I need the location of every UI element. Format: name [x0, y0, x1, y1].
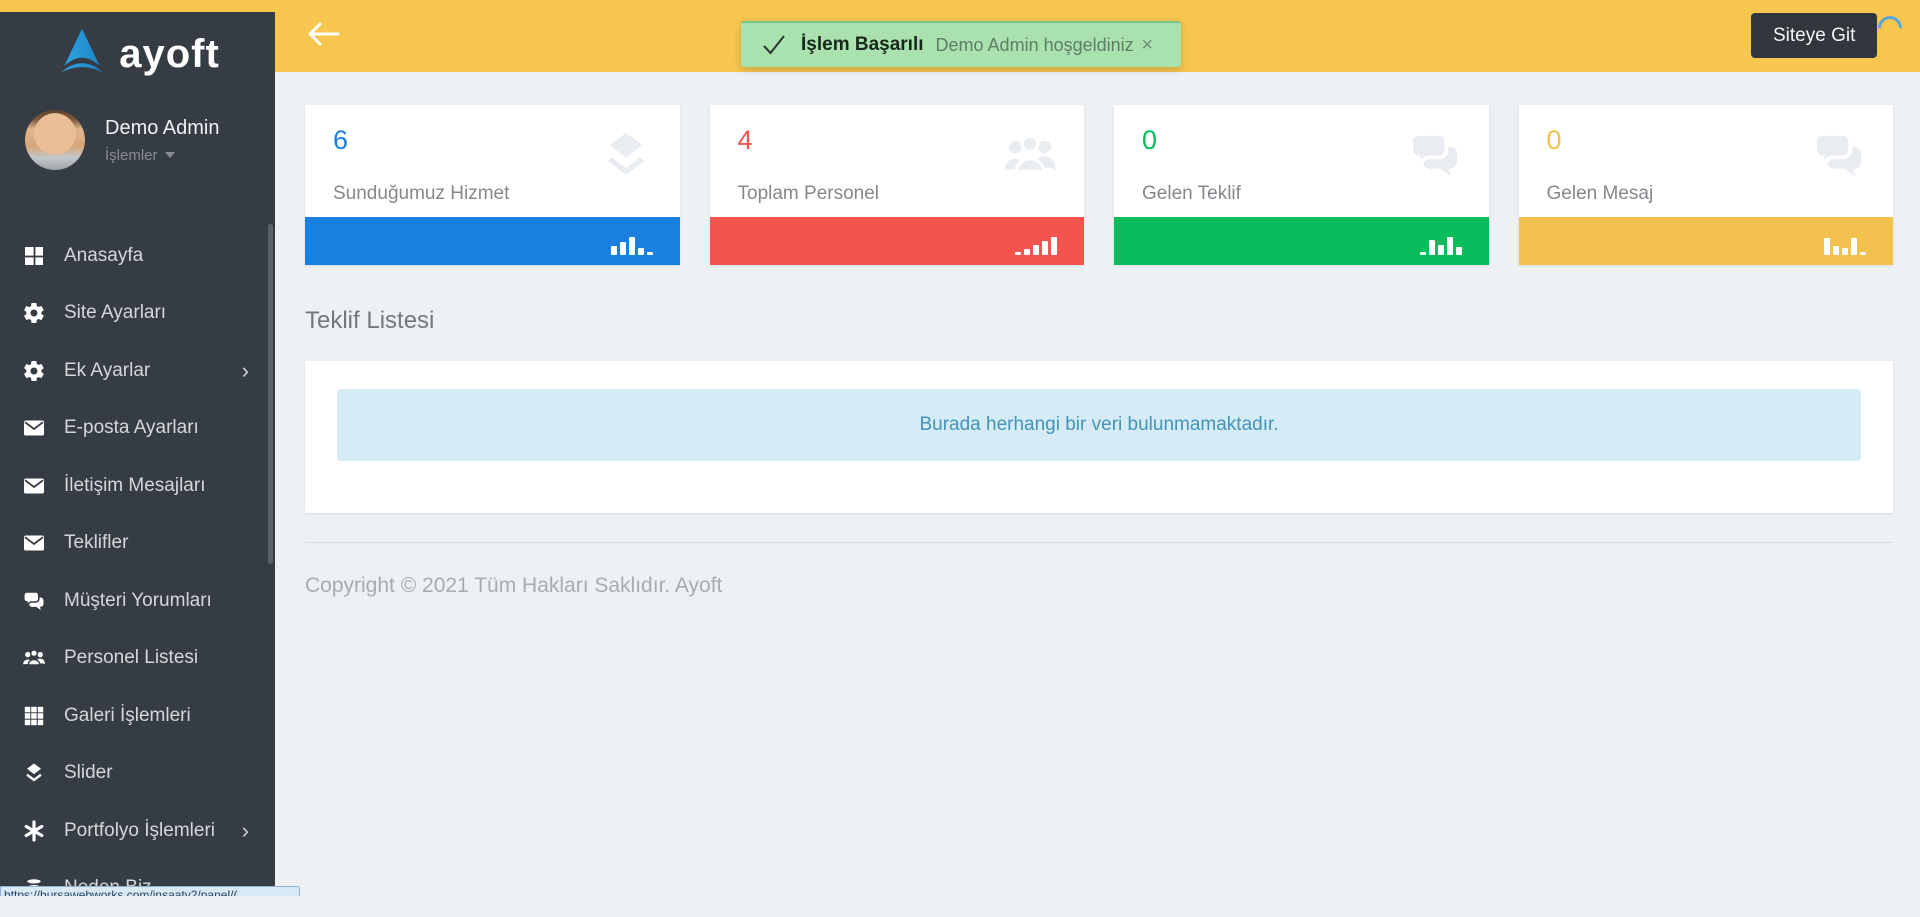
- sidebar-item-site-ayarlar-[interactable]: Site Ayarları: [0, 285, 275, 343]
- stat-card-label: Gelen Teklif: [1142, 183, 1241, 205]
- gear-icon: [20, 301, 48, 325]
- stat-card-value: 6: [333, 125, 348, 156]
- envelope-icon: [20, 474, 48, 498]
- sidebar-item-teklifler[interactable]: Teklifler: [0, 515, 275, 573]
- stat-cards-row: 6 Sunduğumuz Hizmet 4 Toplam Personel 0 Gelen…: [305, 105, 1893, 265]
- toast-message: Demo Admin hoşgeldiniz: [936, 35, 1134, 56]
- user-actions-dropdown[interactable]: İşlemler: [105, 147, 220, 164]
- offer-list-panel: Burada herhangi bir veri bulunmamaktadır…: [305, 361, 1893, 513]
- stat-card-value: 4: [738, 125, 753, 156]
- sidebar: ayoft Demo Admin İşlemler Anasayfa Site A…: [0, 12, 275, 896]
- users-icon: [20, 646, 48, 670]
- envelope-icon: [20, 416, 48, 440]
- sidebar-item-galeri-i-lemleri[interactable]: Galeri İşlemleri: [0, 687, 275, 745]
- sidebar-item-label: Teklifler: [64, 532, 249, 554]
- layers-icon: [598, 127, 654, 188]
- sidebar-item-label: Slider: [64, 762, 249, 784]
- user-actions-label: İşlemler: [105, 147, 158, 164]
- envelope-icon: [20, 531, 48, 555]
- brand-name: ayoft: [119, 32, 220, 77]
- stat-card-footer: [1519, 217, 1894, 265]
- ayoft-arrow-logo-icon: [55, 27, 109, 81]
- users-icon: [1002, 127, 1058, 188]
- copyright-text: Copyright © 2021 Tüm Hakları Saklıdır. A…: [305, 574, 1893, 598]
- sidebar-nav: AnasayfaSite AyarlarıEk Ayarlar›E-posta …: [0, 227, 275, 917]
- sidebar-item-label: Galeri İşlemleri: [64, 705, 249, 727]
- gear-icon: [20, 359, 48, 383]
- chevron-right-icon: ›: [242, 360, 249, 382]
- stat-card-sundu-umuz-hizmet[interactable]: 6 Sunduğumuz Hizmet: [305, 105, 680, 265]
- chevron-right-icon: ›: [242, 820, 249, 842]
- section-title: Teklif Listesi: [305, 307, 1893, 335]
- footer-divider: [305, 542, 1893, 543]
- comments-icon: [1811, 127, 1867, 188]
- sidebar-item-m-teri-yorumlar-[interactable]: Müşteri Yorumları: [0, 572, 275, 630]
- sidebar-item-personel-listesi[interactable]: Personel Listesi: [0, 630, 275, 688]
- avatar[interactable]: [25, 110, 85, 170]
- sidebar-item-label: İletişim Mesajları: [64, 475, 249, 497]
- stat-card-gelen-teklif[interactable]: 0 Gelen Teklif: [1114, 105, 1489, 265]
- link-status-tooltip: https://bursawebworks.com/insaatv2/panel…: [0, 886, 300, 896]
- stat-card-label: Sunduğumuz Hizmet: [333, 183, 509, 205]
- sidebar-item-anasayfa[interactable]: Anasayfa: [0, 227, 275, 285]
- empty-data-alert-text: Burada herhangi bir veri bulunmamaktadır…: [919, 414, 1278, 436]
- user-name: Demo Admin: [105, 117, 220, 140]
- sidebar-item-label: Ek Ayarlar: [64, 360, 242, 382]
- dashboard-icon: [20, 244, 48, 268]
- back-button[interactable]: [306, 21, 342, 51]
- stat-card-footer: [710, 217, 1085, 265]
- go-to-site-button[interactable]: Siteye Git: [1751, 13, 1877, 58]
- sidebar-item-portfolyo-i-lemleri[interactable]: Portfolyo İşlemleri›: [0, 802, 275, 860]
- sidebar-item-label: Müşteri Yorumları: [64, 590, 249, 612]
- stat-card-toplam-personel[interactable]: 4 Toplam Personel: [710, 105, 1085, 265]
- comments-icon: [20, 589, 48, 613]
- stat-card-value: 0: [1142, 125, 1157, 156]
- user-profile: Demo Admin İşlemler: [25, 110, 275, 170]
- sidebar-item-i-leti-im-mesajlar-[interactable]: İletişim Mesajları: [0, 457, 275, 515]
- asterisk-icon: [20, 819, 48, 843]
- empty-data-alert: Burada herhangi bir veri bulunmamaktadır…: [337, 389, 1861, 461]
- sidebar-item-e-posta-ayarlar-[interactable]: E-posta Ayarları: [0, 400, 275, 458]
- sidebar-scrollbar[interactable]: [268, 224, 273, 564]
- main-content: 6 Sunduğumuz Hizmet 4 Toplam Personel 0 Gelen…: [275, 72, 1920, 896]
- toast-title: İşlem Başarılı: [801, 34, 924, 56]
- caret-down-icon: [165, 152, 175, 158]
- sidebar-item-label: Anasayfa: [64, 245, 249, 267]
- stat-card-footer: [305, 217, 680, 265]
- sidebar-item-label: E-posta Ayarları: [64, 417, 249, 439]
- stat-card-label: Gelen Mesaj: [1547, 183, 1654, 205]
- brand-logo[interactable]: ayoft: [0, 12, 275, 84]
- sidebar-item-slider[interactable]: Slider: [0, 745, 275, 803]
- grid-icon: [20, 704, 48, 728]
- sidebar-item-label: Personel Listesi: [64, 647, 249, 669]
- sidebar-item-label: Portfolyo İşlemleri: [64, 820, 242, 842]
- stat-card-footer: [1114, 217, 1489, 265]
- layers-icon: [20, 761, 48, 785]
- comments-icon: [1407, 127, 1463, 188]
- success-toast: İşlem Başarılı Demo Admin hoşgeldiniz ×: [741, 21, 1181, 67]
- check-icon: [761, 34, 787, 56]
- sidebar-item-ek-ayarlar[interactable]: Ek Ayarlar›: [0, 342, 275, 400]
- sidebar-item-label: Site Ayarları: [64, 302, 249, 324]
- stat-card-gelen-mesaj[interactable]: 0 Gelen Mesaj: [1519, 105, 1894, 265]
- loading-spinner-icon: [1873, 11, 1907, 45]
- arrow-left-icon: [307, 21, 341, 52]
- close-icon[interactable]: ×: [1141, 35, 1153, 55]
- stat-card-label: Toplam Personel: [738, 183, 880, 205]
- stat-card-value: 0: [1547, 125, 1562, 156]
